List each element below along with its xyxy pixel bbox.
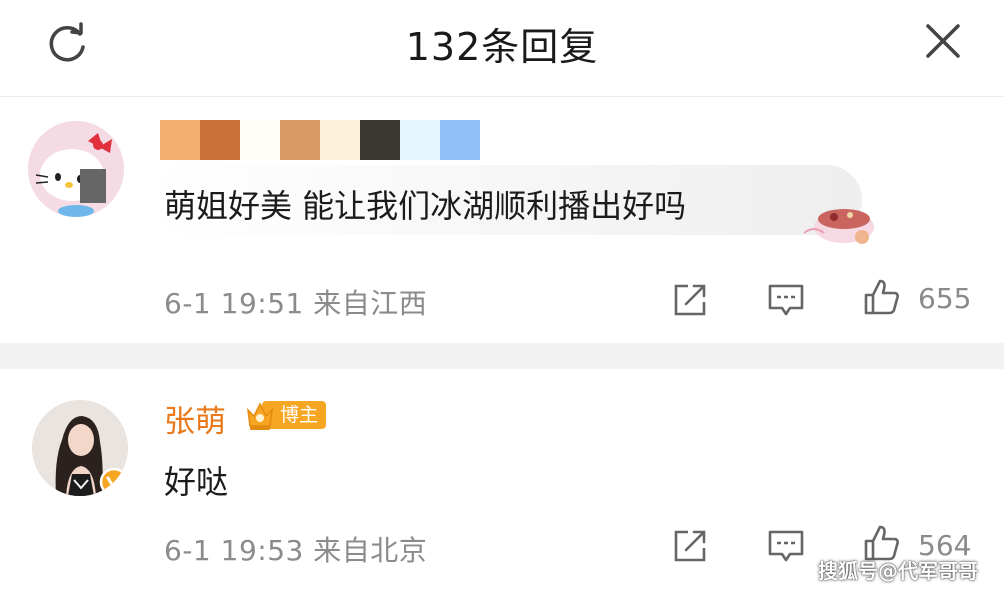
crown-icon [246, 402, 274, 430]
comment-text: 好哒 [164, 463, 229, 501]
mosaic-block [440, 120, 480, 160]
avatar[interactable] [32, 400, 128, 496]
share-icon[interactable] [670, 280, 710, 320]
comment-icon[interactable] [766, 526, 806, 566]
comment-meta: 6-1 19:51 来自江西 [164, 282, 427, 322]
mosaic-block [280, 120, 320, 160]
author-name[interactable]: 张萌 [164, 396, 226, 441]
watermark: 搜狐号@代军哥哥 [818, 559, 978, 583]
hello-kitty-avatar-image [28, 121, 124, 217]
mosaic-block [360, 120, 400, 160]
mosaic-block [400, 120, 440, 160]
dessert-sticker-icon [803, 209, 874, 244]
close-icon[interactable] [922, 20, 964, 62]
comment-location: 来自江西 [313, 287, 428, 320]
mosaic-block [320, 120, 360, 160]
like-icon[interactable] [862, 277, 902, 317]
mosaic-block [240, 120, 280, 160]
comment-item: 萌姐好美 能让我们冰湖顺利播出好吗 6-1 19:51 来自江西 655 [0, 97, 1004, 343]
comment-icon[interactable] [766, 280, 806, 320]
comment-meta: 6-1 19:53 来自北京 [164, 529, 427, 569]
blogger-badge: 博主 [244, 398, 327, 432]
comment-text: 萌姐好美 能让我们冰湖顺利播出好吗 [164, 187, 687, 225]
username-mosaic[interactable] [160, 120, 480, 160]
section-divider [0, 343, 1004, 369]
comment-location: 来自北京 [313, 534, 428, 567]
woman-avatar-image [32, 400, 128, 496]
mosaic-block [200, 120, 240, 160]
reply-header: 132条回复 [0, 0, 1004, 97]
mosaic-block [160, 120, 200, 160]
page-title: 132条回复 [405, 25, 599, 69]
comment-time: 6-1 19:51 [164, 287, 304, 320]
comment-time: 6-1 19:53 [164, 534, 304, 567]
like-count: 655 [918, 282, 972, 315]
avatar[interactable] [28, 121, 124, 217]
share-icon[interactable] [670, 526, 710, 566]
